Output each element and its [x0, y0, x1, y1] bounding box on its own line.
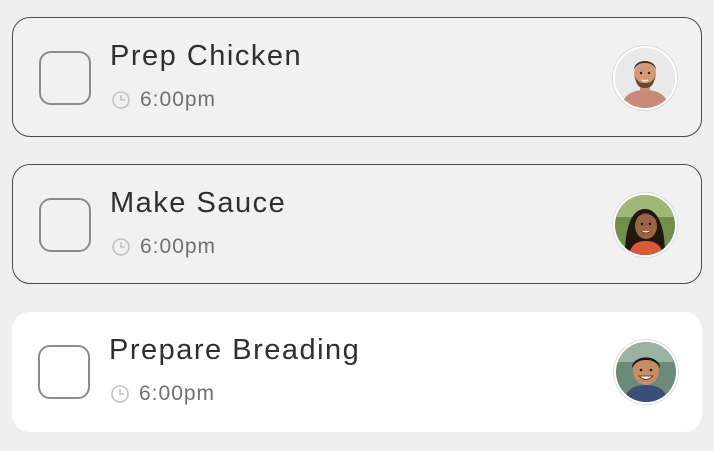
assignee-avatar[interactable]	[613, 193, 677, 257]
task-title: Prepare Breading	[109, 334, 361, 366]
task-time: 6:00pm	[139, 382, 216, 405]
clock-icon	[111, 237, 131, 257]
task-card-prepare-breading[interactable]: Prepare Breading 6:00pm	[12, 312, 702, 432]
task-time-row: 6:00pm	[110, 382, 215, 406]
task-time-row: 6:00pm	[111, 88, 216, 112]
clock-icon	[111, 90, 131, 110]
assignee-avatar[interactable]	[614, 340, 678, 404]
task-card-make-sauce[interactable]: Make Sauce 6:00pm	[12, 164, 702, 284]
task-time-row: 6:00pm	[111, 235, 216, 259]
task-time: 6:00pm	[140, 235, 217, 258]
assignee-avatar[interactable]	[613, 46, 677, 110]
task-checkbox[interactable]	[39, 51, 91, 105]
task-title: Prep Chicken	[110, 40, 303, 72]
task-card-prep-chicken[interactable]: Prep Chicken 6:00pm	[12, 17, 702, 137]
task-checkbox[interactable]	[39, 198, 91, 252]
task-time: 6:00pm	[140, 88, 217, 111]
task-title: Make Sauce	[110, 187, 287, 219]
task-checkbox[interactable]	[38, 345, 90, 399]
clock-icon	[110, 384, 130, 404]
task-list: Prep Chicken 6:00pm Make Sauce 6:00pm Pr…	[0, 0, 714, 451]
